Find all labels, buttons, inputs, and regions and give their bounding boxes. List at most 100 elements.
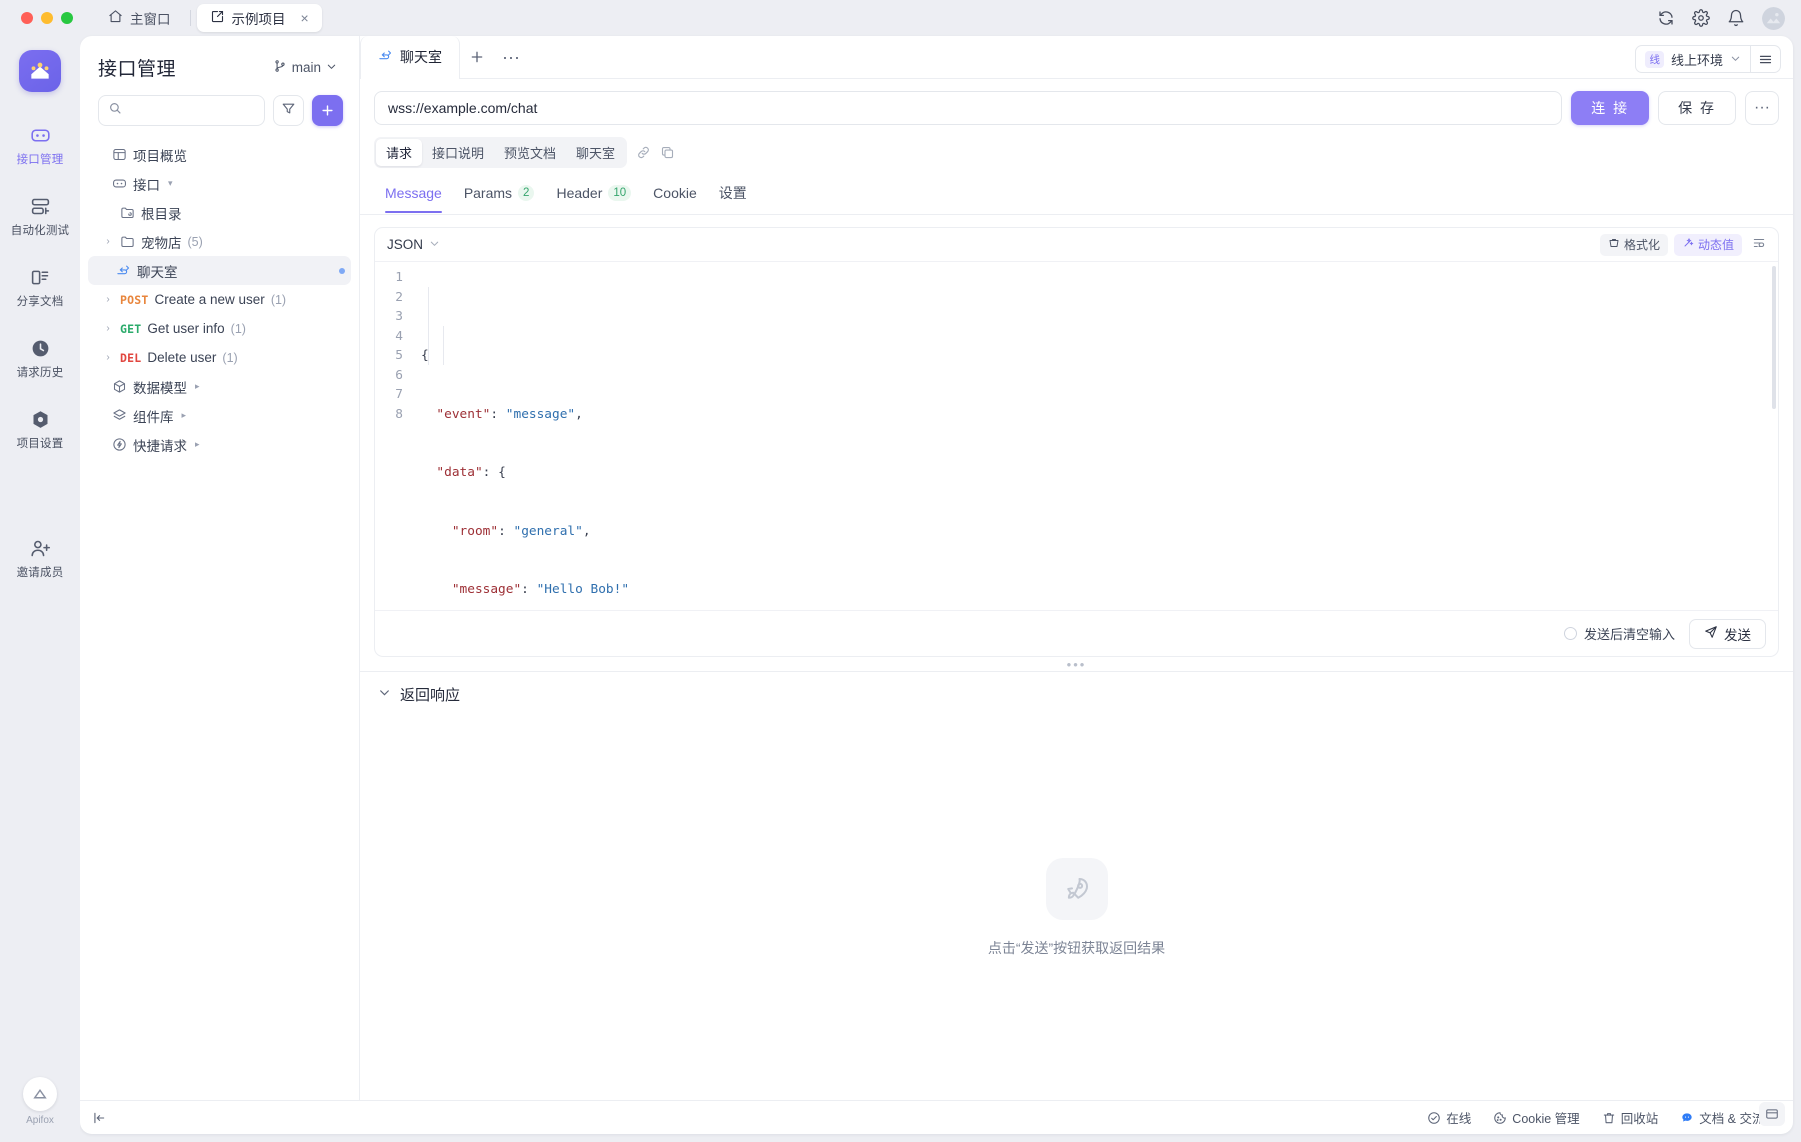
- caret-icon[interactable]: ›: [102, 236, 114, 247]
- format-button[interactable]: 格式化: [1599, 233, 1668, 256]
- caret-icon[interactable]: ›: [102, 294, 114, 305]
- tree-item-component-library[interactable]: › 组件库 ▸: [88, 401, 351, 430]
- more-actions-button[interactable]: ···: [1745, 91, 1779, 125]
- status-recycle-bin[interactable]: 回收站: [1602, 1108, 1658, 1127]
- tree-item-create-a-new-user[interactable]: › POST Create a new user (1): [88, 285, 351, 314]
- checkbox-icon[interactable]: [1563, 627, 1577, 640]
- websocket-icon: [378, 48, 393, 66]
- view-segmented-control: 请求 接口说明 预览文档 聊天室: [374, 137, 628, 168]
- new-tab-button[interactable]: [460, 36, 494, 78]
- bell-icon[interactable]: [1727, 9, 1745, 27]
- gear-icon[interactable]: [1692, 9, 1710, 27]
- doc-tab-chat-room[interactable]: 聊天室: [360, 36, 460, 79]
- code-lines[interactable]: { "event": "message", "data": { "room": …: [411, 268, 1778, 610]
- tree-item-apis[interactable]: › 接口 ▾: [88, 169, 351, 198]
- status-bar: 在线 Cookie 管理 回收站 文档 & 交流群: [80, 1100, 1793, 1134]
- tree-item-label: Get user info: [147, 321, 225, 336]
- chevron-down-icon: ▾: [168, 178, 173, 188]
- refresh-icon[interactable]: [1657, 9, 1675, 27]
- panel-icon: [1766, 1109, 1778, 1119]
- wrap-lines-button[interactable]: [1748, 234, 1770, 256]
- code-editor[interactable]: 1 2 3 4 5 6 7 8 {"event": "message", "d…: [375, 262, 1778, 610]
- panel-toggle-button[interactable]: [1759, 1102, 1785, 1126]
- send-button[interactable]: 发送: [1689, 618, 1766, 649]
- panel-splitter[interactable]: •••: [360, 657, 1793, 672]
- clear-after-send-checkbox[interactable]: 发送后清空输入: [1563, 624, 1675, 643]
- environment-menu-button[interactable]: [1751, 45, 1781, 73]
- connect-button[interactable]: 连 接: [1571, 91, 1650, 125]
- indent-guide: [428, 287, 429, 365]
- rail-item-invite-member[interactable]: 邀请成员: [7, 531, 73, 586]
- tabs-more-button[interactable]: ···: [494, 36, 528, 78]
- tree-item-root-directory[interactable]: › 根目录: [88, 198, 351, 227]
- rail-item-request-history[interactable]: 请求历史: [7, 331, 73, 386]
- copy-icon[interactable]: [660, 145, 675, 160]
- tree-item-get-user-info[interactable]: › GET Get user info (1): [88, 314, 351, 343]
- chevron-down-icon[interactable]: [378, 686, 391, 703]
- tree-item-pet-store[interactable]: › 宠物店 (5): [88, 227, 351, 256]
- tree-item-delete-user[interactable]: › DEL Delete user (1): [88, 343, 351, 372]
- rail-item-automation-test[interactable]: 自动化测试: [7, 189, 73, 244]
- search-input[interactable]: [128, 103, 255, 118]
- environment-selector[interactable]: 线 线上环境: [1635, 45, 1751, 73]
- rail-item-project-settings[interactable]: 项目设置: [7, 402, 73, 457]
- subtab-message[interactable]: Message: [374, 176, 453, 213]
- caret-icon[interactable]: ›: [102, 352, 114, 363]
- brand-label: Apifox: [26, 1115, 54, 1126]
- response-header[interactable]: 返回响应: [360, 672, 1793, 715]
- scrollbar-thumb[interactable]: [1772, 266, 1776, 409]
- window-tab-project[interactable]: 示例项目 ×: [196, 4, 322, 32]
- websocket-icon: [116, 263, 131, 278]
- status-cookie-manager[interactable]: Cookie 管理: [1493, 1108, 1580, 1127]
- url-input[interactable]: wss://example.com/chat: [374, 91, 1563, 125]
- brand-icon: [23, 1077, 57, 1111]
- window-controls[interactable]: [0, 12, 73, 24]
- close-tab-icon[interactable]: ×: [301, 11, 309, 25]
- status-online[interactable]: 在线: [1427, 1108, 1471, 1127]
- maximize-window-button[interactable]: [61, 12, 73, 24]
- rail-item-label: 邀请成员: [16, 567, 64, 579]
- seg-preview-doc[interactable]: 预览文档: [494, 139, 566, 166]
- document-tabs: 聊天室 ···: [360, 36, 528, 79]
- avatar[interactable]: [1762, 6, 1785, 30]
- rail-brand: Apifox: [0, 1077, 80, 1126]
- collapse-sidebar-button[interactable]: [92, 1111, 106, 1125]
- search-box[interactable]: [98, 95, 265, 126]
- tree-item-chat-room[interactable]: 聊天室: [88, 256, 351, 285]
- chevron-down-icon: [429, 237, 440, 252]
- rail-item-api-management[interactable]: 接口管理: [7, 118, 73, 173]
- seg-api-description[interactable]: 接口说明: [422, 139, 494, 166]
- app-logo[interactable]: [19, 50, 61, 92]
- chevron-down-icon: [1730, 52, 1741, 67]
- window-tab-home[interactable]: 主窗口: [95, 4, 184, 32]
- save-button[interactable]: 保 存: [1658, 91, 1736, 125]
- api-tree[interactable]: › 项目概览 › 接口: [80, 138, 359, 1100]
- card-top: 接口管理 main 项目概览 接口 ▾ 根目录 › 宠物店 (5) 聊天室 › …: [80, 36, 1793, 1126]
- editor-scrollbar[interactable]: [1772, 266, 1776, 606]
- close-window-button[interactable]: [21, 12, 33, 24]
- tree-item-quick-request[interactable]: › 快捷请求 ▸: [88, 430, 351, 459]
- add-button[interactable]: [312, 95, 343, 126]
- tree-item-data-models[interactable]: › 数据模型 ▸: [88, 372, 351, 401]
- branch-selector[interactable]: main: [267, 56, 343, 79]
- filter-button[interactable]: [273, 95, 304, 126]
- rail-item-label: 分享文档: [16, 296, 64, 308]
- subtab-params[interactable]: Params 2: [453, 176, 546, 212]
- status-left: [92, 1111, 106, 1125]
- subtab-header[interactable]: Header 10: [545, 176, 642, 212]
- dynamic-value-button[interactable]: 动态值: [1673, 233, 1742, 256]
- rail-item-share-doc[interactable]: 分享文档: [7, 260, 73, 315]
- magic-wand-icon: [1682, 237, 1694, 252]
- tree-item-project-overview[interactable]: › 项目概览: [88, 140, 351, 169]
- language-selector[interactable]: JSON: [387, 237, 440, 252]
- minimize-window-button[interactable]: [41, 12, 53, 24]
- window-tabs: 主窗口 示例项目 ×: [95, 0, 322, 36]
- subtab-settings[interactable]: 设置: [708, 174, 758, 214]
- status-right: 在线 Cookie 管理 回收站 文档 & 交流群: [1427, 1108, 1777, 1127]
- caret-icon[interactable]: ›: [102, 323, 114, 334]
- subtab-cookie[interactable]: Cookie: [642, 176, 708, 212]
- chevron-right-icon: ▸: [181, 410, 187, 420]
- tree-item-count: (1): [270, 292, 287, 307]
- link-icon[interactable]: [636, 145, 651, 160]
- seg-request[interactable]: 请求: [376, 139, 423, 166]
